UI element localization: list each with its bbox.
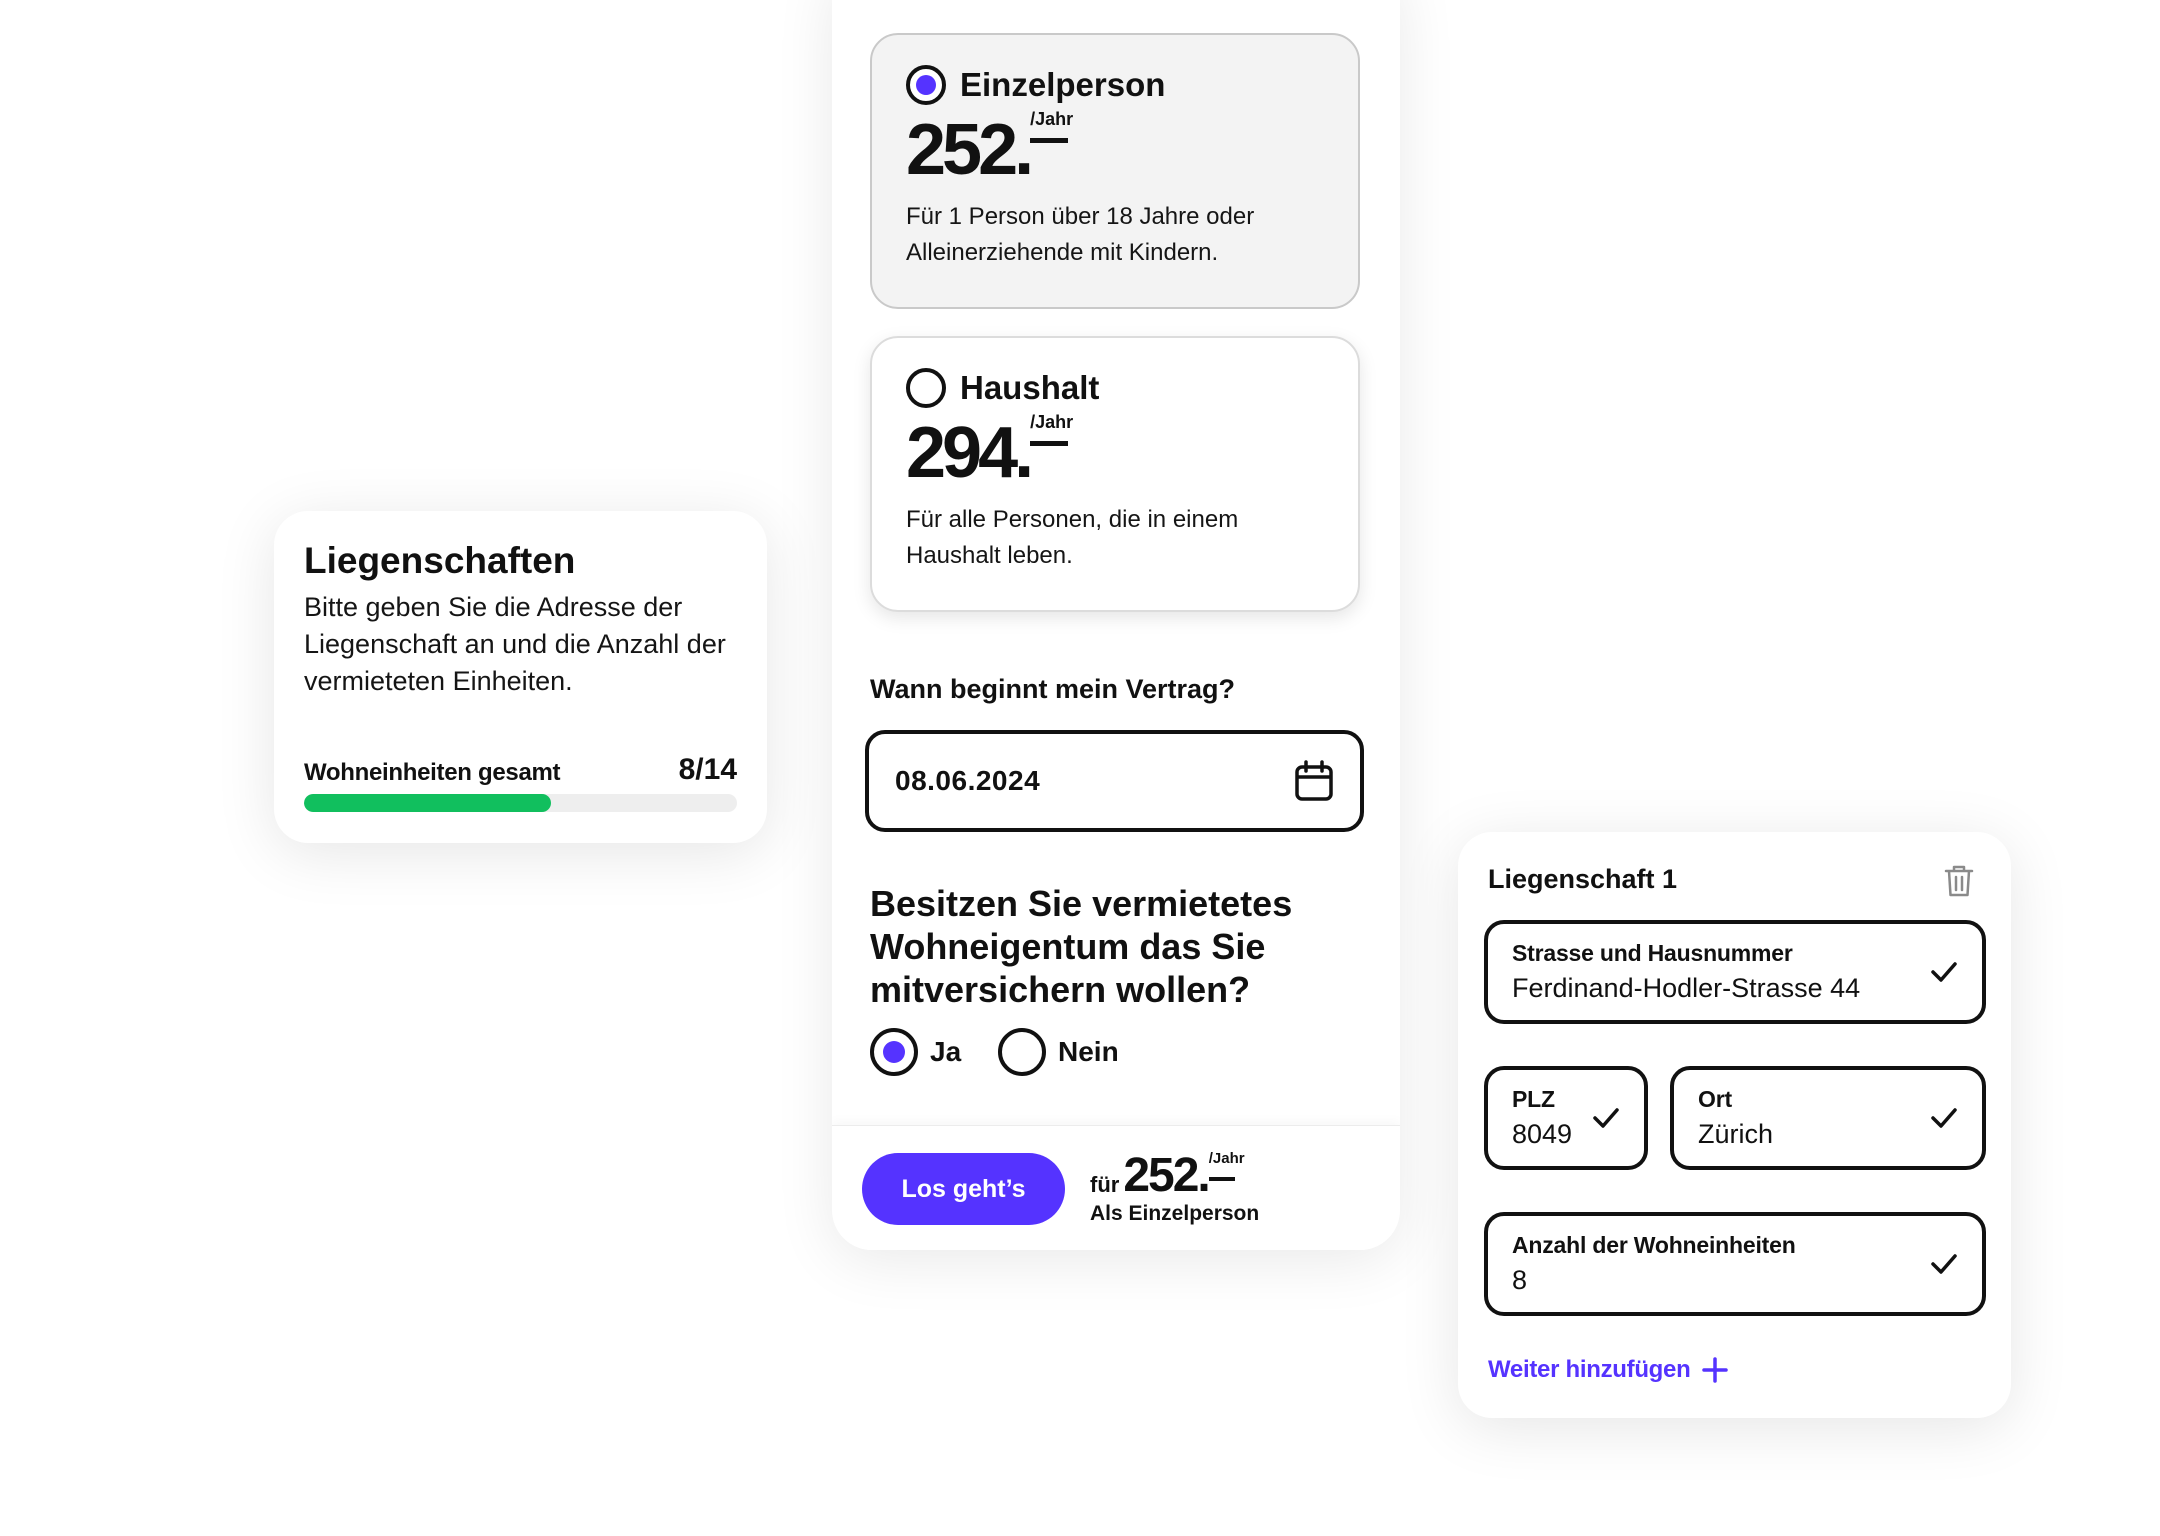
price-dash	[1208, 1177, 1235, 1181]
check-icon	[1931, 1254, 1957, 1274]
plan-price-period: /Jahr	[1030, 412, 1074, 432]
rental-option-nein[interactable]: Nein	[998, 1028, 1119, 1076]
street-label: Strasse und Hausnummer	[1512, 940, 1793, 966]
sticky-footer: Los geht’s für 252. /Jahr Als Einzelpers…	[832, 1125, 1400, 1250]
plan-price-amount: 294.	[906, 413, 1034, 493]
contract-start-label: Wann beginnt mein Vertrag?	[870, 674, 1236, 704]
contract-start-date-value: 08.06.2024	[895, 765, 1041, 796]
units-progress-bar	[304, 794, 737, 812]
start-button[interactable]: Los geht’s	[862, 1153, 1065, 1225]
units-progress-label: Wohneinheiten gesamt	[304, 759, 561, 786]
units-value: 8	[1512, 1265, 1528, 1295]
city-value: Zürich	[1698, 1119, 1774, 1149]
property-detail-card: Liegenschaft 1 Strasse und Hausnummer Fe…	[1458, 832, 2011, 1418]
trash-icon[interactable]	[1944, 864, 1974, 898]
footer-price-period: /Jahr	[1208, 1150, 1245, 1167]
calendar-icon[interactable]	[1294, 760, 1334, 802]
plan-description: Für 1 Person über 18 Jahre oder Alleiner…	[906, 203, 1255, 266]
rental-radio-nein[interactable]	[998, 1028, 1046, 1076]
plan-radio-haushalt[interactable]	[906, 368, 946, 408]
footer-plan-label: Als Einzelperson	[1090, 1202, 1260, 1225]
plan-price-period: /Jahr	[1030, 109, 1074, 129]
properties-title: Liegenschaften	[304, 540, 576, 581]
zip-field[interactable]: PLZ 8049	[1484, 1066, 1648, 1170]
street-value: Ferdinand-Hodler-Strasse 44	[1512, 973, 1861, 1003]
plan-option-haushalt[interactable]: Haushalt 294. /Jahr Für alle Personen, d…	[870, 336, 1360, 612]
add-property-link[interactable]: Weiter hinzufügen	[1488, 1356, 1729, 1384]
footer-price-summary: für 252. /Jahr Als Einzelperson	[1090, 1150, 1259, 1226]
check-icon	[1931, 962, 1957, 982]
plan-name: Haushalt	[960, 369, 1100, 406]
units-progress-header: Wohneinheiten gesamt 8/14	[304, 753, 737, 787]
units-field[interactable]: Anzahl der Wohneinheiten 8	[1484, 1212, 1986, 1316]
properties-description: Bitte geben Sie die Adresse der Liegensc…	[304, 592, 726, 696]
units-progress-count: 8/14	[678, 753, 737, 786]
plan-option-einzelperson[interactable]: Einzelperson 252. /Jahr Für 1 Person übe…	[870, 33, 1360, 309]
add-property-label: Weiter hinzufügen	[1488, 1356, 1691, 1383]
plus-icon	[1702, 1357, 1729, 1383]
city-field[interactable]: Ort Zürich	[1670, 1066, 1986, 1170]
units-progress-fill	[304, 794, 552, 812]
price-dash	[1030, 441, 1069, 446]
footer-price-prefix: für	[1090, 1172, 1120, 1197]
price-dash	[1030, 138, 1069, 143]
contract-start-date-field[interactable]: 08.06.2024	[865, 730, 1364, 832]
street-field[interactable]: Strasse und Hausnummer Ferdinand-Hodler-…	[1484, 920, 1986, 1024]
properties-summary-card: Liegenschaften Bitte geben Sie die Adres…	[274, 511, 767, 843]
city-label: Ort	[1698, 1086, 1732, 1112]
plan-price: 294. /Jahr	[906, 412, 1324, 494]
plan-price-amount: 252.	[906, 110, 1034, 190]
insurance-form-card: Einzelperson 252. /Jahr Für 1 Person übe…	[832, 0, 1400, 1250]
plan-description: Für alle Personen, die in einem Haushalt…	[906, 506, 1239, 569]
rental-property-question: Besitzen Sie vermietetes Wohneigentum da…	[870, 883, 1293, 1010]
footer-price-amount: 252.	[1123, 1149, 1210, 1202]
rental-option-label: Nein	[1058, 1036, 1119, 1067]
units-label: Anzahl der Wohneinheiten	[1512, 1232, 1796, 1258]
plan-radio-einzelperson[interactable]	[906, 65, 946, 105]
rental-radio-ja[interactable]	[870, 1028, 918, 1076]
check-icon	[1931, 1108, 1957, 1128]
rental-option-ja[interactable]: Ja	[870, 1028, 961, 1076]
check-icon	[1593, 1108, 1619, 1128]
plan-price: 252. /Jahr	[906, 109, 1324, 191]
rental-option-label: Ja	[930, 1036, 962, 1067]
plan-name: Einzelperson	[960, 66, 1166, 103]
property-title: Liegenschaft 1	[1488, 864, 1678, 894]
